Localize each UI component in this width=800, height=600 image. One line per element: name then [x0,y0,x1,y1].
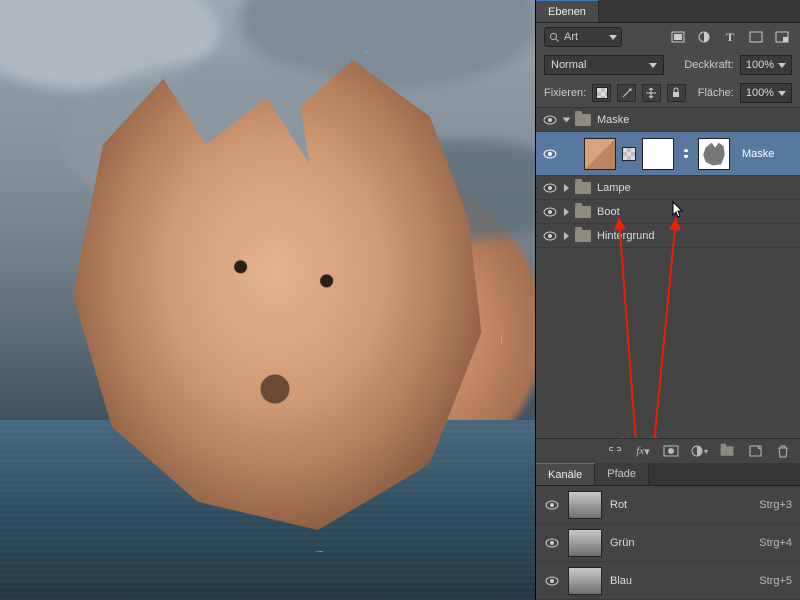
channel-red[interactable]: Rot Strg+3 [536,486,800,524]
layer-group-hintergrund[interactable]: Hintergrund [536,224,800,248]
filter-adjustment-icon[interactable] [694,28,714,46]
fill-label: Fläche: [698,87,734,99]
filter-pixel-icon[interactable] [668,28,688,46]
visibility-toggle[interactable] [542,207,558,217]
opacity-value: 100% [746,59,774,71]
channel-shortcut: Strg+4 [759,537,792,549]
panel-tabbar: Ebenen [536,0,800,23]
layer-name[interactable]: Maske [742,148,774,160]
channel-name: Rot [610,499,627,511]
disclosure-arrow-icon[interactable] [564,208,569,216]
chevron-down-icon [649,63,657,68]
new-group-button[interactable] [718,443,736,459]
filter-type-icon[interactable]: T [720,28,740,46]
visibility-toggle[interactable] [542,183,558,193]
folder-icon [575,206,591,218]
layer-smartobject-maske[interactable]: Maske [536,132,800,176]
channels-list: Rot Strg+3 Grün Strg+4 Blau Strg+5 [536,486,800,600]
lock-pixels-button[interactable] [617,84,636,102]
add-adjustment-button[interactable]: ▾ [690,443,708,459]
filter-shape-icon[interactable] [746,28,766,46]
layer-fx-button[interactable]: fx▾ [634,443,652,459]
layer-mask-thumbnail[interactable] [642,138,674,170]
annotation-label-one: 1) [619,434,631,438]
folder-icon [575,182,591,194]
chevron-down-icon [778,63,786,68]
chevron-down-icon [778,91,786,96]
fill-value: 100% [746,87,774,99]
link-layers-button[interactable] [606,443,624,459]
document-canvas[interactable] [0,0,535,600]
add-mask-button[interactable] [662,443,680,459]
lock-all-button[interactable] [667,84,686,102]
layers-list: Maske Maske Lampe [536,108,800,438]
channel-shortcut: Strg+3 [759,499,792,511]
layer-name[interactable]: Boot [597,206,620,218]
bottom-panel-tabbar: Kanäle Pfade [536,463,800,486]
lock-label: Fixieren: [544,87,586,99]
visibility-toggle[interactable] [542,149,558,159]
channel-shortcut: Strg+5 [759,575,792,587]
opacity-label: Deckkraft: [684,59,734,71]
channel-thumbnail [568,491,602,519]
channel-thumbnail [568,529,602,557]
layer-group-lampe[interactable]: Lampe [536,176,800,200]
layer-filter-label: Art [564,31,605,43]
opacity-input[interactable]: 100% [740,55,792,75]
folder-icon [575,114,591,126]
channel-name: Grün [610,537,634,549]
layer-filter-row: Art T [536,23,800,51]
disclosure-arrow-icon[interactable] [564,232,569,240]
visibility-toggle[interactable] [544,576,560,586]
lock-transparency-button[interactable] [592,84,611,102]
tab-layers[interactable]: Ebenen [536,0,599,22]
transparency-link-icon [622,147,636,161]
lock-row: Fixieren: Fläche: 100% [536,79,800,108]
lock-position-button[interactable] [642,84,661,102]
layers-toolbar: fx▾ ▾ [536,438,800,463]
blend-mode-select[interactable]: Normal [544,55,664,75]
filter-smartobject-icon[interactable] [772,28,792,46]
visibility-toggle[interactable] [542,231,558,241]
visibility-toggle[interactable] [542,115,558,125]
vector-mask-thumbnail[interactable] [698,138,730,170]
tab-channels[interactable]: Kanäle [536,463,595,485]
tab-paths[interactable]: Pfade [595,463,649,485]
layer-thumbnail[interactable] [584,138,616,170]
layer-filter-select[interactable]: Art [544,27,622,47]
layer-name[interactable]: Hintergrund [597,230,654,242]
search-icon [549,32,560,43]
visibility-toggle[interactable] [544,500,560,510]
layer-name[interactable]: Lampe [597,182,631,194]
annotation-label-two: 2) [648,434,660,438]
channel-name: Blau [610,575,632,587]
chevron-down-icon [609,35,617,40]
layer-name[interactable]: Maske [597,114,629,126]
blend-row: Normal Deckkraft: 100% [536,51,800,79]
layer-group-boot[interactable]: Boot [536,200,800,224]
fill-input[interactable]: 100% [740,83,792,103]
layers-panel: Ebenen Art T Normal Deckkraft: [535,0,800,600]
visibility-toggle[interactable] [544,538,560,548]
mask-link-icon[interactable] [680,148,692,160]
folder-icon [575,230,591,242]
disclosure-arrow-icon[interactable] [564,184,569,192]
channel-thumbnail [568,567,602,595]
new-layer-button[interactable] [746,443,764,459]
layer-group-maske[interactable]: Maske [536,108,800,132]
disclosure-arrow-icon[interactable] [563,117,571,122]
channel-green[interactable]: Grün Strg+4 [536,524,800,562]
delete-layer-button[interactable] [774,443,792,459]
blend-mode-value: Normal [551,59,586,71]
channel-blue[interactable]: Blau Strg+5 [536,562,800,600]
